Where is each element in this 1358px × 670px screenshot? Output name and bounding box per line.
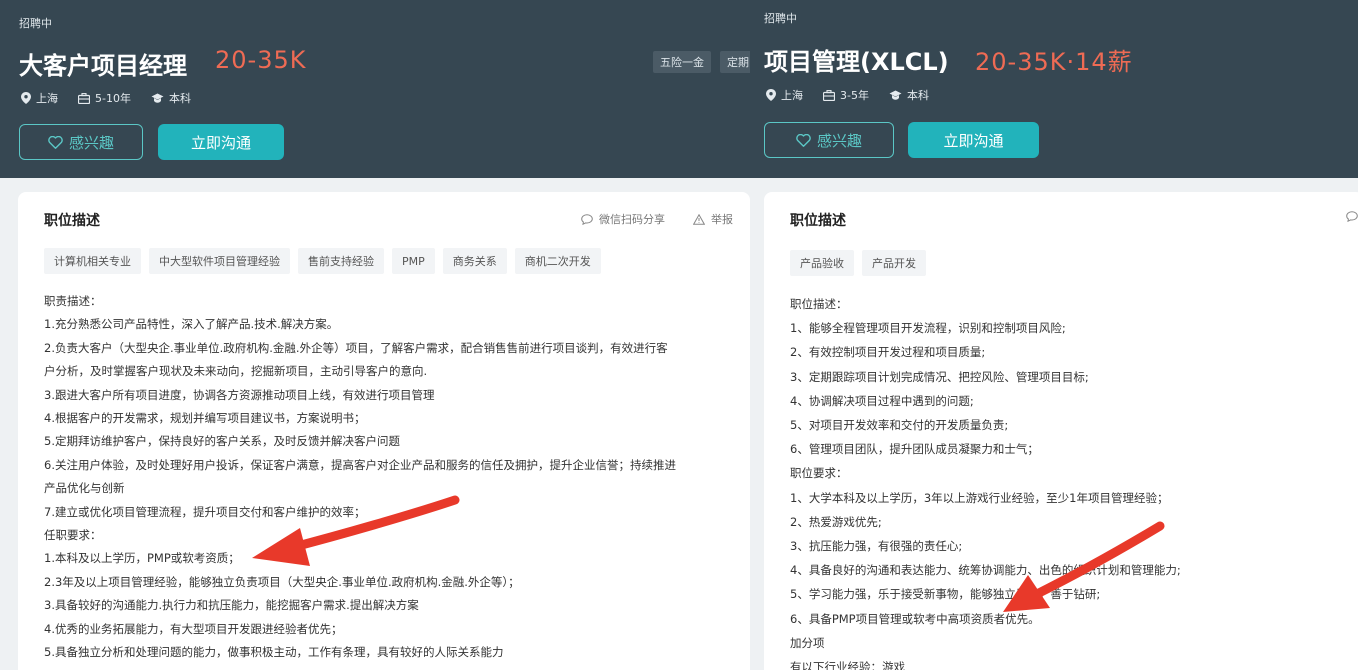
description-line: 有以下行业经验：游戏 [790, 660, 905, 670]
description-line: 2.负责大客户（大型央企.事业单位.政府机构.金融.外企等）项目，了解客户需求，… [44, 340, 668, 355]
section-title: 职位描述 [44, 213, 100, 229]
description-line: 4、协调解决项目过程中遇到的问题; [790, 393, 974, 408]
job-description-text: 职位描述： 1、能够全程管理项目开发流程，识别和控制项目风险; 2、有效控制项目… [790, 292, 1350, 670]
interest-label: 感兴趣 [816, 131, 862, 150]
hiring-status: 招聘中 [764, 12, 797, 25]
education-item: 本科 [151, 90, 191, 106]
share-label: 微信扫码分享 [599, 213, 665, 226]
description-line: 1、大学本科及以上学历，3年以上游戏行业经验，至少1年项目管理经验； [790, 490, 1169, 505]
description-line: 产品优化与创新 [44, 481, 125, 496]
description-line: 4、具备良好的沟通和表达能力、统筹协调能力、出色的组织计划和管理能力; [790, 563, 1181, 578]
report-label: 举报 [711, 213, 733, 226]
description-line: 1.充分熟悉公司产品特性，深入了解产品.技术.解决方案。 [44, 317, 339, 332]
description-line: 1、能够全程管理项目开发流程，识别和控制项目风险; [790, 321, 1066, 336]
description-line: 5、对项目开发效率和交付的开发质量负责; [790, 418, 1009, 433]
warning-icon [693, 213, 705, 225]
benefit-tag: 定期 [720, 51, 750, 73]
description-line: 2、热爱游戏优先; [790, 514, 882, 529]
description-line: 4.根据客户的开发需求，规划并编写项目建议书，方案说明书； [44, 411, 366, 426]
chat-bubble-icon [1346, 211, 1358, 222]
wechat-share-link[interactable] [1346, 211, 1358, 222]
location-pin-icon [766, 89, 776, 101]
chat-bubble-icon [581, 213, 593, 225]
description-line: 户分析，及时掌握客户现状及未来动向，挖掘新项目，主动引导客户的意向. [44, 364, 428, 379]
screenshot-root: 招聘中 大客户项目经理 20-35K 上海 5-10年 本科 感兴趣 立即沟通 … [0, 0, 1358, 670]
description-line: 3、定期跟踪项目计划完成情况、把控风险、管理项目目标; [790, 369, 1089, 384]
job-description-text: 职责描述： 1.充分熟悉公司产品特性，深入了解产品.技术.解决方案。 2.负责大… [44, 290, 736, 665]
description-line: 任职要求： [44, 528, 102, 543]
education-item: 本科 [889, 87, 929, 103]
skill-tags: 产品验收 产品开发 [790, 250, 934, 276]
job-salary: 20-35K [215, 46, 307, 74]
section-title: 职位描述 [790, 213, 846, 229]
job-header: 招聘中 项目管理(XLCL) 20-35K·14薪 上海 3-5年 本科 感兴趣… [750, 0, 1358, 178]
heart-icon [796, 133, 811, 147]
job-salary: 20-35K·14薪 [975, 48, 1133, 76]
job-header: 招聘中 大客户项目经理 20-35K 上海 5-10年 本科 感兴趣 立即沟通 … [0, 0, 750, 178]
briefcase-icon [78, 92, 90, 104]
benefit-tag: 五险一金 [653, 51, 711, 73]
heart-icon [48, 135, 63, 149]
description-line: 1.本科及以上学历，PMP或软考资质； [44, 551, 240, 566]
chat-now-button[interactable]: 立即沟通 [908, 122, 1039, 158]
description-line: 6、具备PMP项目管理或软考中高项资质者优先。 [790, 611, 1040, 626]
description-line: 6.关注用户体验，及时处理好用户投诉，保证客户满意，提高客户对企业产品和服务的信… [44, 457, 676, 472]
description-line: 3.跟进大客户所有项目进度，协调各方资源推动项目上线，有效进行项目管理 [44, 387, 435, 402]
wechat-share-link[interactable]: 微信扫码分享 [581, 211, 665, 227]
job-description-card: 职位描述 产品验收 产品开发 职位描述： 1、能够全程管理项目开发流程，识别和控… [764, 192, 1358, 670]
location-text: 上海 [36, 92, 58, 105]
job-panel-right: 招聘中 项目管理(XLCL) 20-35K·14薪 上海 3-5年 本科 感兴趣… [750, 0, 1358, 670]
skill-tag: 售前支持经验 [298, 248, 384, 274]
description-line: 职位描述： [790, 297, 848, 311]
skill-tag: PMP [392, 248, 435, 274]
description-line: 加分项 [790, 635, 825, 650]
skill-tag: 计算机相关专业 [44, 248, 141, 274]
interest-label: 感兴趣 [68, 133, 114, 152]
skill-tag: 商机二次开发 [514, 248, 601, 274]
location-pin-icon [21, 92, 31, 104]
description-line: 7.建立或优化项目管理流程，提升项目交付和客户维护的效率； [44, 504, 366, 519]
description-line: 职责描述： [44, 294, 102, 308]
chat-now-button[interactable]: 立即沟通 [158, 124, 284, 160]
job-meta: 上海 5-10年 本科 [21, 90, 211, 106]
experience-item: 3-5年 [823, 87, 869, 103]
description-line: 6、管理项目团队，提升团队成员凝聚力和士气； [790, 442, 1039, 457]
job-description-card: 职位描述 微信扫码分享 举报 计算机相关专业 中大型软件项目管理经验 售前支持经… [18, 192, 750, 670]
hiring-status: 招聘中 [19, 17, 52, 30]
experience-text: 5-10年 [95, 92, 131, 105]
skill-tag: 商务关系 [442, 248, 507, 274]
description-line: 5.具备独立分析和处理问题的能力，做事积极主动，工作有条理，具有较好的人际关系能… [44, 645, 504, 660]
description-line: 2.3年及以上项目管理经验，能够独立负责项目（大型央企.事业单位.政府机构.金融… [44, 574, 520, 589]
briefcase-icon [823, 89, 835, 101]
report-link[interactable]: 举报 [693, 211, 733, 227]
description-line: 职位要求： [790, 466, 848, 481]
location-item: 上海 [766, 87, 803, 103]
graduation-cap-icon [889, 90, 902, 100]
education-text: 本科 [168, 92, 191, 105]
skill-tags: 计算机相关专业 中大型软件项目管理经验 售前支持经验 PMP 商务关系 商机二次… [44, 248, 609, 274]
job-title: 项目管理(XLCL) [764, 48, 949, 76]
description-line: 2、有效控制项目开发过程和项目质量; [790, 345, 986, 360]
description-line: 4.优秀的业务拓展能力，有大型项目开发跟进经验者优先； [44, 621, 343, 636]
description-line: 5.定期拜访维护客户，保持良好的客户关系，及时反馈并解决客户问题 [44, 434, 400, 449]
interest-button[interactable]: 感兴趣 [19, 124, 143, 160]
skill-tag: 产品验收 [790, 250, 854, 276]
education-text: 本科 [906, 89, 929, 102]
description-line: 3、抗压能力强，有很强的责任心; [790, 539, 963, 554]
skill-tag: 产品开发 [862, 250, 926, 276]
graduation-cap-icon [151, 93, 164, 103]
experience-text: 3-5年 [840, 89, 869, 102]
experience-item: 5-10年 [78, 90, 131, 106]
job-panel-left: 招聘中 大客户项目经理 20-35K 上海 5-10年 本科 感兴趣 立即沟通 … [0, 0, 750, 670]
job-meta: 上海 3-5年 本科 [766, 87, 949, 103]
location-text: 上海 [781, 89, 803, 102]
interest-button[interactable]: 感兴趣 [764, 122, 894, 158]
description-line: 5、学习能力强，乐于接受新事物，能够独立思考，善于钻研; [790, 587, 1101, 602]
job-title: 大客户项目经理 [19, 52, 187, 80]
description-line: 3.具备较好的沟通能力.执行力和抗压能力，能挖掘客户需求.提出解决方案 [44, 598, 419, 613]
location-item: 上海 [21, 90, 58, 106]
skill-tag: 中大型软件项目管理经验 [149, 248, 290, 274]
